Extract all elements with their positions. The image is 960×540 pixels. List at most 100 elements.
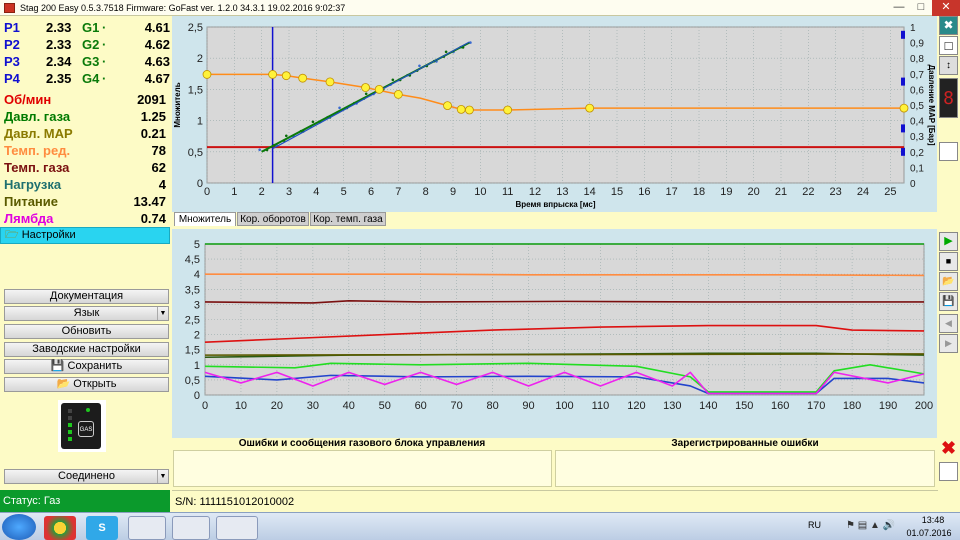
x-tick-label: 100 bbox=[555, 400, 573, 412]
y2-tick-label: 0,4 bbox=[910, 117, 924, 128]
error-indicator bbox=[939, 462, 958, 481]
settings-folder[interactable]: 🗁 Настройки bbox=[0, 227, 170, 244]
pressure-value: 2.33 bbox=[46, 20, 72, 35]
tab-gas-temp-correction[interactable]: Кор. темп. газа bbox=[310, 212, 386, 226]
sensor-row: Нагрузка 4 bbox=[4, 177, 166, 194]
x-tick-label: 16 bbox=[638, 186, 650, 198]
chevron-down-icon[interactable]: ▼ bbox=[157, 470, 168, 483]
pressure-label: P4 bbox=[4, 71, 20, 86]
close-icon[interactable]: ✕ bbox=[932, 0, 960, 16]
save-button[interactable]: 💾 Сохранить bbox=[4, 359, 169, 374]
injection-label: G1 bbox=[82, 20, 100, 35]
compress-icon[interactable]: ↕ bbox=[939, 56, 958, 75]
y-tick-label: 2 bbox=[197, 53, 203, 65]
multiplier-node bbox=[443, 101, 452, 111]
injection-value: 4.67 bbox=[144, 71, 170, 86]
chip-app-icon[interactable] bbox=[172, 516, 210, 540]
x-tick-label: 110 bbox=[592, 400, 610, 412]
tab-multiplier[interactable]: Множитель bbox=[174, 212, 236, 226]
minimize-icon[interactable]: — bbox=[888, 0, 910, 16]
x-tick-label: 15 bbox=[611, 186, 623, 198]
tab-rpm-correction[interactable]: Кор. оборотов bbox=[237, 212, 309, 226]
y-tick-label: 0 bbox=[197, 178, 203, 190]
y-tick-label: 4,5 bbox=[185, 254, 200, 266]
tray-icons[interactable]: ⚑ ▤ ▲ 🔊 bbox=[846, 520, 895, 531]
start-button[interactable] bbox=[2, 514, 36, 540]
y-tick-label: 1 bbox=[197, 116, 203, 128]
controller-image: GAS bbox=[58, 400, 106, 452]
pressure-label: P2 bbox=[4, 37, 20, 52]
language-indicator[interactable]: RU bbox=[808, 520, 821, 530]
documentation-button[interactable]: Документация bbox=[4, 289, 169, 304]
multiplier-chart[interactable]: 0 1 2 3 4 5 6 7 8 9 10 11 12 13 14 15 16 17 18 19 20 21 22 23 24… bbox=[172, 16, 937, 212]
x-tick-label: 22 bbox=[802, 186, 814, 198]
x-tick-label: 20 bbox=[271, 400, 283, 412]
sensor-row: Давл. газа 1.25 bbox=[4, 109, 166, 126]
factory-settings-button[interactable]: Заводские настройки bbox=[4, 342, 169, 357]
x-tick-label: 170 bbox=[807, 400, 825, 412]
oscilloscope-chart[interactable]: 0 10 20 30 40 50 60 70 80 90 100 110 120 130 140 150 160… bbox=[172, 229, 937, 438]
sensor-row: Лямбда 0.74 bbox=[4, 211, 166, 228]
window-icon[interactable]: □ bbox=[939, 36, 958, 55]
open-folder-icon: 📂 bbox=[56, 378, 71, 390]
clear-errors-icon[interactable]: ✖ bbox=[939, 439, 958, 459]
language-select[interactable]: Язык ▼ bbox=[4, 306, 169, 321]
pressure-row: P4 2.35 G4 · 4.67 bbox=[4, 71, 170, 87]
x-tick-label: 8 bbox=[423, 186, 429, 198]
x-tick-label: 1 bbox=[231, 186, 237, 198]
sensor-value: 62 bbox=[151, 160, 166, 175]
y-tick-label: 1,5 bbox=[188, 84, 203, 96]
play-icon[interactable]: ▶ bbox=[939, 232, 958, 251]
clock-date[interactable]: 01.07.2016 bbox=[900, 528, 958, 538]
x-tick-label: 160 bbox=[771, 400, 789, 412]
injection-label: G3 bbox=[82, 54, 100, 69]
stop-icon[interactable]: ■ bbox=[939, 252, 958, 271]
multiplier-node bbox=[585, 103, 595, 113]
map-marker bbox=[901, 77, 905, 86]
pressure-row: P1 2.33 G1 · 4.61 bbox=[4, 20, 170, 36]
y2-tick-label: 0,3 bbox=[910, 132, 924, 143]
chevron-down-icon[interactable]: ▼ bbox=[157, 307, 168, 320]
sensor-row: Питание 13.47 bbox=[4, 194, 166, 211]
multiplier-node bbox=[464, 105, 474, 115]
app-icon bbox=[4, 3, 15, 13]
pressure-row: P2 2.33 G2 · 4.62 bbox=[4, 37, 170, 53]
x-axis-label: Время впрыска [мс] bbox=[516, 200, 596, 209]
open-folder-icon[interactable]: 📂 bbox=[939, 272, 958, 291]
tools-icon[interactable]: ✖ bbox=[939, 16, 958, 35]
folder-icon: 🗁 bbox=[5, 229, 19, 241]
connection-select[interactable]: Соединено ▼ bbox=[4, 469, 169, 484]
multiplier-node bbox=[503, 105, 513, 115]
blank-indicator bbox=[939, 142, 958, 161]
pressure-label: P3 bbox=[4, 54, 20, 69]
chrome-icon[interactable] bbox=[44, 516, 76, 540]
skype-icon[interactable]: S bbox=[86, 516, 118, 540]
ecu-errors-list[interactable] bbox=[173, 450, 552, 487]
x-tick-label: 4 bbox=[313, 186, 319, 198]
update-button[interactable]: Обновить bbox=[4, 324, 169, 339]
step-forward-icon[interactable]: ▶ bbox=[939, 334, 958, 353]
sensor-label: Темп. ред. bbox=[4, 143, 71, 158]
sensor-value: 78 bbox=[151, 143, 166, 158]
x-tick-label: 90 bbox=[522, 400, 534, 412]
sensor-value: 13.47 bbox=[133, 194, 166, 209]
y-tick-label: 2 bbox=[194, 330, 200, 342]
save-icon[interactable]: 💾 bbox=[939, 292, 958, 311]
gas-switch: GAS bbox=[78, 421, 94, 437]
clock-time[interactable]: 13:48 bbox=[910, 515, 956, 525]
open-button[interactable]: 📂 Открыть bbox=[4, 377, 169, 392]
y2-tick-label: 0 bbox=[910, 179, 916, 190]
windows-taskbar: S RU ⚑ ▤ ▲ 🔊 13:48 01.07.2016 bbox=[0, 512, 960, 540]
diagnostic-app-icon[interactable] bbox=[216, 516, 258, 540]
injection-value: 4.61 bbox=[144, 20, 170, 35]
injection-label: G4 bbox=[82, 71, 100, 86]
y-tick-label: 2,5 bbox=[188, 22, 203, 34]
y2-tick-label: 0,1 bbox=[910, 163, 924, 174]
step-back-icon[interactable]: ◀ bbox=[939, 314, 958, 333]
maximize-icon[interactable]: □ bbox=[910, 0, 932, 16]
injection-value: 4.63 bbox=[144, 54, 170, 69]
registered-errors-list[interactable] bbox=[555, 450, 935, 487]
title-bar: Stag 200 Easy 0.5.3.7518 Firmware: GoFas… bbox=[0, 0, 960, 16]
stag-app-icon[interactable] bbox=[128, 516, 166, 540]
x-tick-label: 17 bbox=[666, 186, 678, 198]
